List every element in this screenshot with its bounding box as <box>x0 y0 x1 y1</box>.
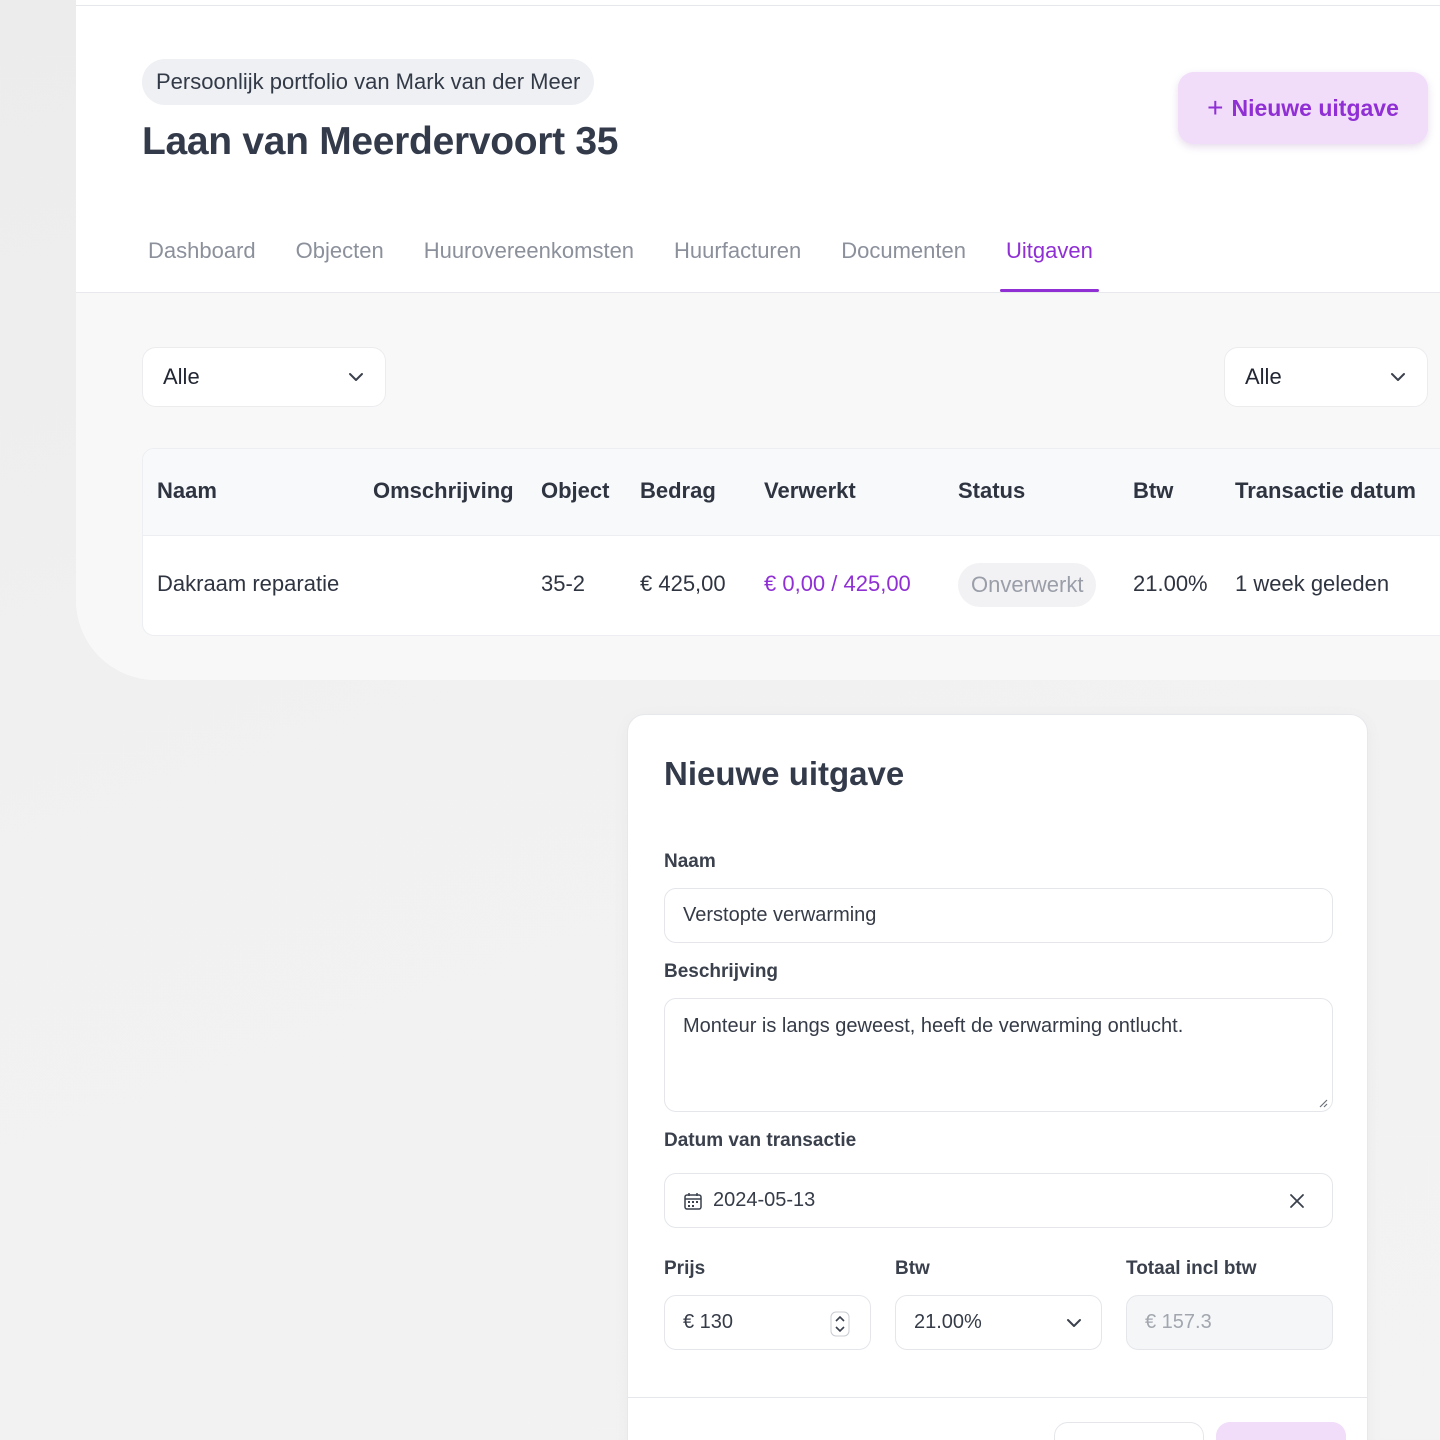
modal-title: Nieuwe uitgave <box>664 755 905 792</box>
date-value: 2024-05-13 <box>713 1189 816 1211</box>
total-value: € 157.3 <box>1145 1311 1212 1333</box>
vat-value: 21.00% <box>914 1311 982 1333</box>
name-input[interactable]: Verstopte verwarming <box>664 888 1333 943</box>
column-header[interactable]: Btw <box>1133 478 1173 504</box>
total-label: Totaal incl btw <box>1126 1258 1257 1279</box>
tab-huurfacturen[interactable]: Huurfacturen <box>668 222 807 292</box>
chevron-down-icon <box>1391 373 1405 381</box>
tab-label: Dashboard <box>148 238 256 263</box>
cell-bedrag: € 425,00 <box>640 571 726 596</box>
description-value: Monteur is langs geweest, heeft de verwa… <box>683 1015 1184 1037</box>
plus-icon: + <box>1207 92 1224 123</box>
name-input-value: Verstopte verwarming <box>683 904 877 926</box>
tab-label: Huurfacturen <box>674 238 802 263</box>
stepper-icon[interactable] <box>830 1311 850 1337</box>
resize-handle-icon[interactable] <box>1318 1098 1328 1108</box>
tab-bar: Dashboard Objecten Huurovereenkomsten Hu… <box>142 222 1127 292</box>
status-badge: Onverwerkt <box>958 563 1097 607</box>
column-header[interactable]: Omschrijving <box>373 478 514 504</box>
column-header[interactable]: Object <box>541 478 609 504</box>
column-header[interactable]: Naam <box>157 478 217 504</box>
portfolio-label: Persoonlijk portfolio van Mark van der M… <box>156 69 581 94</box>
filter-left-value: Alle <box>163 364 200 389</box>
description-textarea[interactable]: Monteur is langs geweest, heeft de verwa… <box>664 998 1333 1112</box>
top-divider <box>76 5 1440 6</box>
column-header[interactable]: Bedrag <box>640 478 716 504</box>
tab-documenten[interactable]: Documenten <box>835 222 972 292</box>
table-header: Naam Omschrijving Object Bedrag Verwerkt… <box>143 449 1440 536</box>
calendar-icon <box>684 1192 702 1210</box>
new-expense-button[interactable]: + Nieuwe uitgave <box>1178 72 1428 144</box>
main-card: Persoonlijk portfolio van Mark van der M… <box>76 0 1440 680</box>
tab-dashboard[interactable]: Dashboard <box>142 222 262 292</box>
portfolio-chip[interactable]: Persoonlijk portfolio van Mark van der M… <box>142 59 595 105</box>
name-label: Naam <box>664 851 716 872</box>
cancel-button[interactable] <box>1054 1422 1204 1440</box>
page-title: Laan van Meerdervoort 35 <box>142 120 619 163</box>
expenses-table: Naam Omschrijving Object Bedrag Verwerkt… <box>142 448 1440 636</box>
tab-label: Documenten <box>841 238 966 263</box>
content-area: Alle Alle Naam Omschrijving Object Bedra… <box>76 293 1440 680</box>
tab-objecten[interactable]: Objecten <box>290 222 390 292</box>
tab-label: Uitgaven <box>1005 238 1093 263</box>
cell-btw: 21.00% <box>1133 571 1208 596</box>
chevron-down-icon <box>349 373 363 381</box>
filter-select-left[interactable]: Alle <box>142 347 386 407</box>
tab-label: Objecten <box>295 238 384 263</box>
price-value: € 130 <box>683 1311 734 1333</box>
price-input[interactable]: € 130 <box>664 1295 871 1350</box>
cell-object: 35-2 <box>541 571 586 596</box>
cell-datum: 1 week geleden <box>1235 571 1390 596</box>
date-label: Datum van transactie <box>664 1130 857 1151</box>
vat-select[interactable]: 21.00% <box>895 1295 1102 1350</box>
filter-right-value: Alle <box>1245 364 1282 389</box>
column-header[interactable]: Status <box>958 478 1025 504</box>
price-label: Prijs <box>664 1258 706 1279</box>
vat-label: Btw <box>895 1258 930 1279</box>
filter-select-right[interactable]: Alle <box>1224 347 1428 407</box>
new-expense-label: Nieuwe uitgave <box>1231 94 1399 121</box>
column-header[interactable]: Verwerkt <box>764 478 856 504</box>
cell-verwerkt: € 0,00 / 425,00 <box>764 571 911 596</box>
cell-naam: Dakraam reparatie <box>157 571 340 596</box>
save-button[interactable] <box>1216 1422 1346 1440</box>
column-header[interactable]: Transactie datum <box>1235 478 1416 504</box>
date-picker[interactable]: 2024-05-13 <box>664 1173 1333 1228</box>
total-input: € 157.3 <box>1126 1295 1333 1350</box>
tab-uitgaven[interactable]: Uitgaven <box>999 222 1099 292</box>
tab-label: Huurovereenkomsten <box>423 238 635 263</box>
close-icon[interactable] <box>1286 1190 1308 1212</box>
modal-footer-divider <box>628 1397 1367 1398</box>
description-label: Beschrijving <box>664 961 779 982</box>
tab-huurovereenkomsten[interactable]: Huurovereenkomsten <box>418 222 640 292</box>
new-expense-modal: Nieuwe uitgave Naam Verstopte verwarming… <box>627 714 1368 1440</box>
chevron-down-icon <box>1067 1318 1081 1327</box>
